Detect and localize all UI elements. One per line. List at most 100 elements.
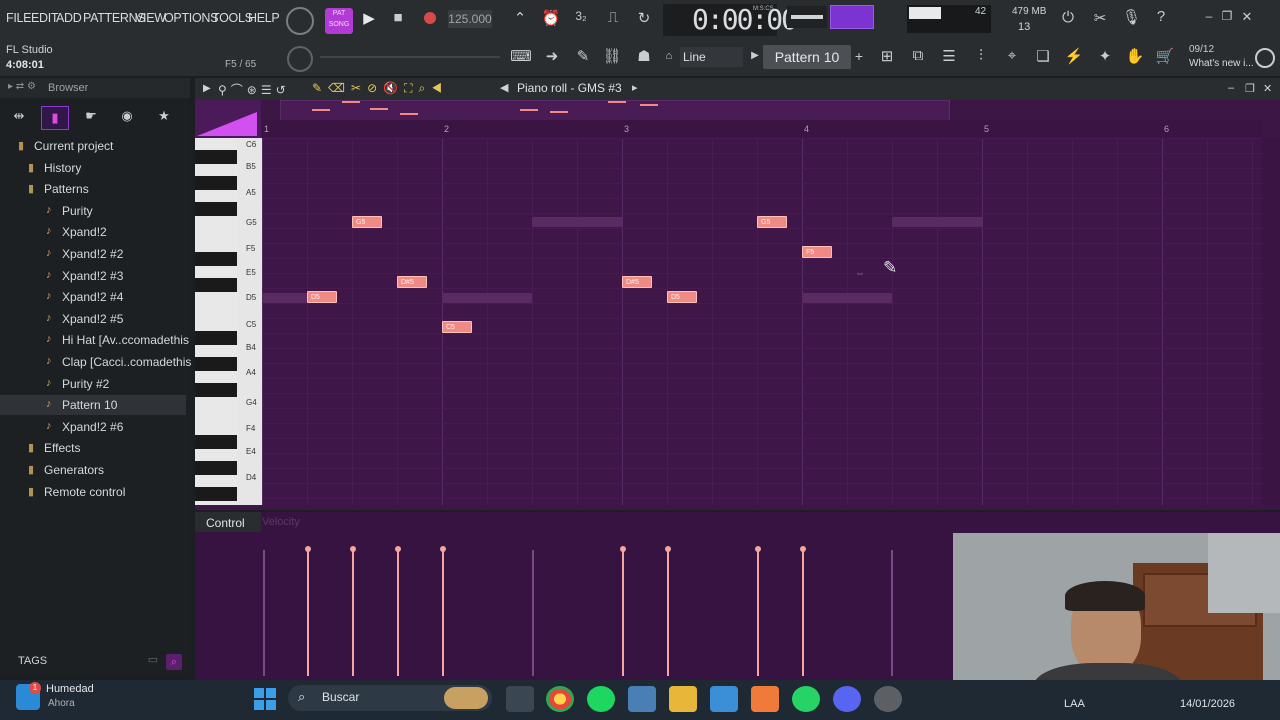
microphone-icon[interactable]: 🎙 xyxy=(1122,8,1141,26)
note[interactable]: C5 xyxy=(442,321,472,333)
velocity-handle[interactable] xyxy=(665,546,671,552)
mixer-icon[interactable]: ⫶ xyxy=(970,47,992,64)
song-clock[interactable]: 0:00:00 xyxy=(692,3,798,36)
browser-item[interactable]: ▮ Remote control xyxy=(0,482,186,502)
note[interactable]: D5 xyxy=(307,291,337,303)
notepad-icon[interactable] xyxy=(710,686,738,712)
draw-icon[interactable]: ✎ xyxy=(573,47,593,65)
browser-item[interactable]: ♪ Xpand!2 #3 xyxy=(0,266,186,286)
close-window-icon[interactable]: ✕ xyxy=(1240,9,1254,25)
input-language[interactable]: LAA xyxy=(1064,698,1085,710)
note[interactable]: D#5 xyxy=(397,276,427,288)
black-key[interactable] xyxy=(195,487,237,501)
menu-view[interactable]: VIEW xyxy=(135,11,166,25)
main-slider[interactable] xyxy=(320,56,500,58)
plugin-icon[interactable]: ✂ xyxy=(1090,9,1110,27)
menu-options[interactable]: OPTIONS xyxy=(164,11,218,25)
file-explorer-icon[interactable] xyxy=(669,686,697,712)
system-date[interactable]: 14/01/2026 xyxy=(1180,698,1235,710)
tags-folder-icon[interactable]: ▭ xyxy=(146,653,160,666)
windows-start-icon[interactable] xyxy=(254,688,276,710)
menu-add[interactable]: ADD xyxy=(56,11,82,25)
wait-input-icon[interactable]: ⏰ xyxy=(540,9,562,27)
note[interactable]: D5 xyxy=(667,291,697,303)
pr-maximize-icon[interactable]: ❐ xyxy=(1245,82,1255,95)
favorites-icon[interactable]: ★ xyxy=(155,108,173,124)
online-filter-icon[interactable]: ◉ xyxy=(118,108,136,124)
time-ruler[interactable] xyxy=(262,120,1262,138)
online-icon[interactable]: ⏻ xyxy=(1058,9,1078,26)
black-key[interactable] xyxy=(195,150,237,164)
news-text[interactable]: What's new i... xyxy=(1189,58,1254,69)
plugin-filter-icon[interactable]: ☛ xyxy=(82,108,100,124)
pr-vertical-scrollbar[interactable] xyxy=(1262,138,1280,505)
pattern-selector[interactable]: Pattern 10 xyxy=(763,45,851,69)
browser-icon[interactable]: ⌖ xyxy=(1001,47,1023,64)
browser-item[interactable]: ♪ Xpand!2 #4 xyxy=(0,287,186,307)
black-key[interactable] xyxy=(195,252,237,266)
black-key[interactable] xyxy=(195,278,237,292)
help-icon[interactable]: ? xyxy=(1152,8,1170,25)
link-icon[interactable]: ⛓ xyxy=(602,47,622,65)
velocity-handle[interactable] xyxy=(350,546,356,552)
pr-minimize-icon[interactable]: – xyxy=(1228,82,1234,94)
black-key[interactable] xyxy=(195,383,237,397)
discord-icon[interactable] xyxy=(833,686,861,712)
pr-tools-left[interactable]: ⚲⌒⊛☰↺ xyxy=(218,81,308,97)
play-button[interactable]: ▶ xyxy=(360,9,378,27)
velocity-handle[interactable] xyxy=(440,546,446,552)
arrow-right-icon[interactable]: ➜ xyxy=(542,47,562,65)
menu-tools[interactable]: TOOLS xyxy=(212,11,253,25)
project-icon[interactable]: ❏ xyxy=(1032,47,1054,65)
master-pitch-knob[interactable] xyxy=(287,46,313,72)
browser-item[interactable]: ▮ History xyxy=(0,158,186,178)
velocity-handle[interactable] xyxy=(800,546,806,552)
velocity-bar[interactable] xyxy=(667,550,669,676)
whatsapp-icon[interactable] xyxy=(792,686,820,712)
channel-rack-icon[interactable]: ☰ xyxy=(938,47,960,65)
tags-label[interactable]: TAGS xyxy=(18,655,47,667)
weather-title[interactable]: Humedad xyxy=(46,683,94,695)
browser-item[interactable]: ♪ Xpand!2 xyxy=(0,222,186,242)
tempo-display[interactable]: 125.000 xyxy=(448,10,492,28)
velocity-bar[interactable] xyxy=(622,550,624,676)
tags-search-icon[interactable]: ⌕ xyxy=(166,654,182,670)
velocity-handle[interactable] xyxy=(305,546,311,552)
all-files-filter-icon[interactable]: ▮ xyxy=(41,106,69,130)
browser-item[interactable]: ♪ Xpand!2 #2 xyxy=(0,244,186,264)
loop-record-icon[interactable]: ↻ xyxy=(633,9,655,27)
black-key[interactable] xyxy=(195,202,237,216)
record-button[interactable] xyxy=(424,12,436,24)
pr-tools-right[interactable]: ✎⌫✂⊘🔇⛶⌕◀ xyxy=(312,81,487,97)
taskbar-search-box[interactable]: ⌕ Buscar xyxy=(288,685,492,711)
browser-item[interactable]: ♪ Purity xyxy=(0,201,186,221)
pattern-overview-scrollbar[interactable] xyxy=(280,100,950,121)
minimize-window-icon[interactable]: – xyxy=(1202,9,1216,23)
countdown-icon[interactable]: 3₂ xyxy=(570,9,592,23)
velocity-handle[interactable] xyxy=(395,546,401,552)
black-key[interactable] xyxy=(195,176,237,190)
browser-item[interactable]: ♪ Clap [Cacci..comadethis xyxy=(0,352,191,372)
piano-keyboard[interactable] xyxy=(195,138,237,505)
playlist-icon[interactable]: ⊞ xyxy=(876,47,898,65)
control-label[interactable]: Control xyxy=(206,516,245,530)
keyboard-icon[interactable]: ⌨ xyxy=(510,47,532,65)
browser-nav-icon[interactable]: ▸ ⇄ ⚙ xyxy=(8,81,36,92)
browser-item[interactable]: ▮ Patterns xyxy=(0,179,186,199)
plugin-picker-icon[interactable]: ⚡ xyxy=(1063,47,1085,65)
calculator-icon[interactable] xyxy=(628,686,656,712)
note[interactable]: F5 xyxy=(802,246,832,258)
black-key[interactable] xyxy=(195,461,237,475)
browser-item[interactable]: ▮ Generators xyxy=(0,460,186,480)
velocity-bar[interactable] xyxy=(442,550,444,676)
restore-window-icon[interactable]: ❐ xyxy=(1220,9,1234,23)
velocity-handle[interactable] xyxy=(620,546,626,552)
velocity-bar[interactable] xyxy=(307,550,309,676)
collapse-icon[interactable]: ⇹ xyxy=(10,108,28,124)
task-view-icon[interactable] xyxy=(506,686,534,712)
browser-item[interactable]: ♪ Purity #2 xyxy=(0,374,186,394)
menu-file[interactable]: FILE xyxy=(6,11,32,25)
lock-icon[interactable]: ⌂ xyxy=(662,50,676,62)
touch-icon[interactable]: ✋ xyxy=(1124,47,1146,65)
note[interactable]: D#5 xyxy=(622,276,652,288)
